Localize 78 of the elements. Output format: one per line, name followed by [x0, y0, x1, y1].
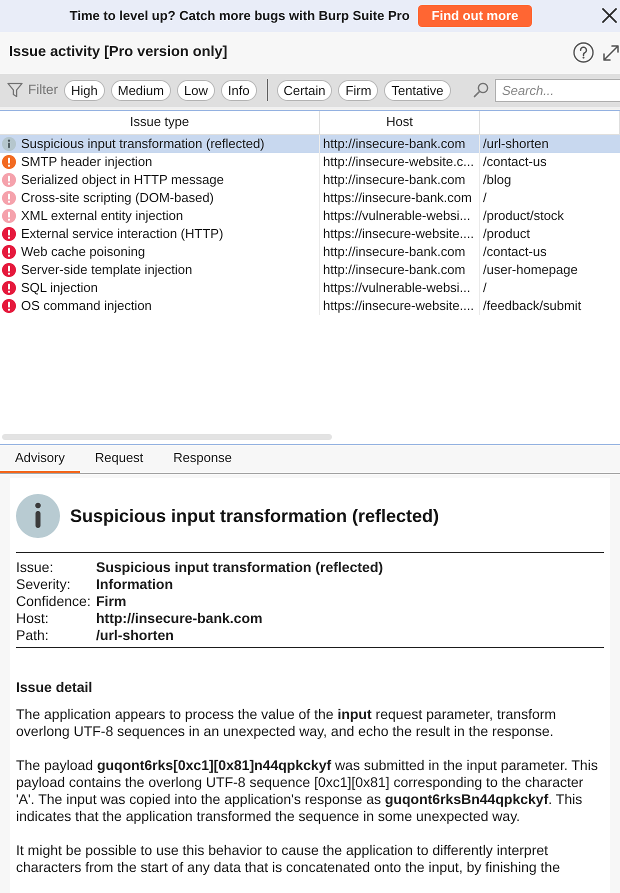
help-icon[interactable]: [573, 42, 594, 64]
filter-chip[interactable]: Info: [220, 80, 257, 101]
horizontal-scrollbar[interactable]: [2, 434, 332, 440]
path-cell-text: /contact-us: [482, 152, 548, 171]
column-header[interactable]: Issue type: [0, 110, 320, 134]
detail-tab[interactable]: Advisory: [0, 445, 80, 474]
search-icon[interactable]: [473, 82, 489, 98]
column-header[interactable]: Host: [320, 110, 480, 134]
issue-type-text: SMTP header injection: [21, 152, 152, 171]
filter-chip[interactable]: High: [64, 80, 105, 101]
filter-chip[interactable]: Low: [177, 80, 215, 101]
close-icon[interactable]: [602, 8, 617, 24]
issue-type-text: Suspicious input transformation (reflected): [21, 134, 265, 153]
filter-chip[interactable]: Certain: [276, 80, 332, 101]
host-cell: https://insecure-website....: [320, 296, 480, 315]
table-row[interactable]: Cross-site scripting (DOM-based) https://insecure-bank.com /: [0, 188, 620, 207]
expand-icon[interactable]: [602, 44, 620, 62]
detail-paragraph: The payload guqont6rks[0xc1][0x81]n44qpkckyf was submitted in the input parameter. This payload contains the overlong UTF-8 sequence [0xc1][0x81] corresponding to the character 'A'. The input was copied into the application's response as guqont6rksBn44qpkckyf. This indicates that the application transformed the sequence in some unexpected way.: [16, 757, 599, 826]
path-cell-text: /product/stock: [482, 206, 565, 225]
filter-chip[interactable]: Tentative: [384, 80, 451, 101]
host-cell: http://insecure-website.c...: [320, 152, 480, 171]
host-cell: http://insecure-bank.com: [320, 260, 480, 279]
table-row[interactable]: Web cache poisoning http://insecure-bank.com /contact-us: [0, 242, 620, 261]
field-label: Issue:: [16, 559, 54, 576]
advisory-title: Suspicious input transformation (reflected): [70, 504, 440, 528]
host-cell: https://insecure-website....: [320, 224, 480, 243]
path-cell-text: /product: [482, 224, 531, 243]
table-row[interactable]: SMTP header injection http://insecure-website.c... /contact-us: [0, 152, 620, 171]
field-label: Host:: [16, 610, 50, 628]
detail-paragraph: The application appears to process the value of the input request parameter, transform overlong UTF-8 sequences in an unexpected way, and echo the result in the response.: [16, 706, 558, 740]
issue-type-text: External service interaction (HTTP): [21, 224, 224, 243]
field-label: Path:: [16, 627, 50, 644]
field-value: Firm: [96, 593, 128, 610]
path-cell-text: /: [482, 278, 488, 297]
issue-type-text: Cross-site scripting (DOM-based): [21, 188, 214, 207]
table-row[interactable]: XML external entity injection https://vulnerable-websi... /product/stock: [0, 206, 620, 225]
host-cell: https://insecure-bank.com: [320, 188, 480, 207]
table-row[interactable]: OS command injection https://insecure-website.... /feedback/submit: [0, 296, 620, 315]
filter-icon[interactable]: [7, 82, 23, 98]
search-field[interactable]: Search...: [495, 78, 620, 102]
table-row[interactable]: Suspicious input transformation (reflected) http://insecure-bank.com /url-shorten: [0, 134, 620, 153]
field-label: Severity:: [16, 576, 72, 594]
issue-type-text: OS command injection: [21, 296, 152, 315]
path-cell-text: /feedback/submit: [482, 296, 582, 315]
section-heading: Issue detail: [16, 679, 94, 696]
table-row[interactable]: Serialized object in HTTP message http://insecure-bank.com /blog: [0, 170, 620, 189]
detail-tab[interactable]: Request: [80, 445, 158, 474]
field-label: Confidence:: [16, 593, 92, 610]
issue-type-text: Serialized object in HTTP message: [21, 170, 224, 189]
info-icon: [16, 494, 60, 538]
field-value: /url-shorten: [96, 627, 175, 644]
field-value: http://insecure-bank.com: [96, 610, 264, 628]
filter-chip[interactable]: Medium: [110, 80, 171, 101]
path-cell-text: /user-homepage: [482, 260, 579, 279]
table-row[interactable]: Server-side template injection http://insecure-bank.com /user-homepage: [0, 260, 620, 279]
issue-type-text: SQL injection: [21, 278, 98, 297]
issue-type-text: Server-side template injection: [21, 260, 192, 279]
panel-title: Issue activity [Pro version only]: [9, 42, 228, 62]
filter-label: Filter: [28, 81, 58, 100]
path-cell-text: /contact-us: [482, 242, 548, 261]
host-cell: http://insecure-bank.com: [320, 242, 480, 261]
host-cell: http://insecure-bank.com: [320, 134, 480, 153]
host-cell: https://vulnerable-websi...: [320, 278, 480, 297]
detail-paragraph: It might be possible to use this behavior to cause the application to differently interpret characters from the start of any data that is concatenated onto the input, by finishing the: [16, 842, 561, 876]
table-row[interactable]: External service interaction (HTTP) https://insecure-website.... /product: [0, 224, 620, 243]
table-row[interactable]: SQL injection https://vulnerable-websi... /: [0, 278, 620, 297]
field-value: Information: [96, 576, 174, 594]
issue-type-text: XML external entity injection: [21, 206, 184, 225]
promo-text: Time to level up? Catch more bugs with Burp Suite Pro: [70, 7, 410, 26]
field-value: Suspicious input transformation (reflected): [96, 559, 384, 576]
path-cell-text: /blog: [482, 170, 512, 189]
host-cell: https://vulnerable-websi...: [320, 206, 480, 225]
host-cell: http://insecure-bank.com: [320, 170, 480, 189]
path-cell-text: /: [482, 188, 488, 207]
filter-chip[interactable]: Firm: [338, 80, 378, 101]
detail-tab[interactable]: Response: [158, 445, 247, 474]
path-cell-text: /url-shorten: [482, 134, 550, 153]
issue-type-text: Web cache poisoning: [21, 242, 146, 261]
